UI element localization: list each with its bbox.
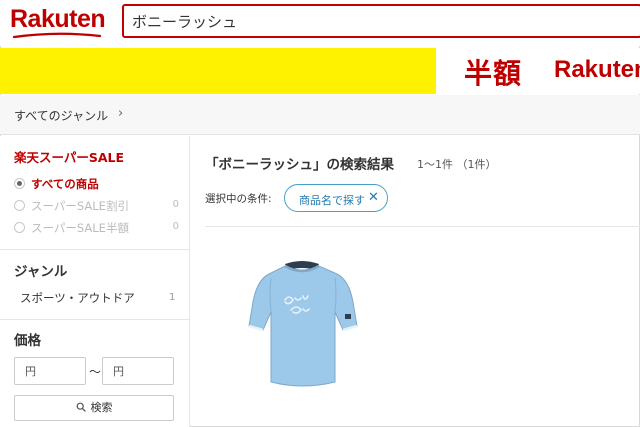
sale-filter-title: 楽天スーパーSALE [14, 150, 125, 165]
price-search-button[interactable]: 検索 [14, 395, 174, 421]
radio-unchecked-icon[interactable] [14, 200, 25, 211]
condition-chip[interactable]: 商品名で探す ✕ [284, 184, 388, 212]
genre-item-count: 1 [169, 292, 176, 303]
sale-option-discount[interactable]: スーパーSALE割引 0 [14, 198, 179, 214]
chevron-right-icon: › [118, 106, 124, 121]
search-input[interactable] [124, 6, 640, 36]
rakuten-logo[interactable]: Rakuten [10, 5, 106, 34]
divider [205, 226, 640, 227]
genre-item-sports-outdoor[interactable]: スポーツ・アウトドア [20, 290, 135, 306]
breadcrumb-all-genres[interactable]: すべてのジャンル [14, 107, 108, 124]
condition-chip-label: 商品名で探す [299, 194, 365, 207]
price-title: 価格 [14, 333, 41, 349]
search-box [122, 4, 640, 38]
sale-option-half-price[interactable]: スーパーSALE半額 0 [14, 220, 179, 236]
banner-hangaku-text: 半額 [464, 57, 523, 90]
banner-brand-text: Rakuten [554, 56, 640, 83]
search-icon [76, 402, 86, 412]
radio-checked-icon[interactable] [14, 178, 25, 189]
header: Rakuten [0, 0, 640, 46]
breadcrumb: すべてのジャンル › [0, 95, 640, 135]
logo-swoosh-icon [12, 32, 102, 39]
sale-option-all[interactable]: すべての商品 [14, 176, 179, 192]
sale-option-label: すべての商品 [31, 177, 99, 191]
search-results: 「ボニーラッシュ」の検索結果 1〜1件 （1件） 選択中の条件: 商品名で探す … [191, 136, 640, 427]
close-icon[interactable]: ✕ [368, 190, 379, 205]
sale-banner-logo-area[interactable]: 半額 Rakuten [436, 48, 640, 94]
sale-option-label: スーパーSALE半額 [31, 221, 129, 235]
result-count: 1〜1件 （1件） [417, 158, 497, 171]
sale-option-label: スーパーSALE割引 [31, 199, 129, 213]
genre-title: ジャンル [14, 264, 68, 280]
sale-option-count: 0 [172, 199, 179, 210]
divider [0, 249, 190, 250]
price-min-input[interactable] [14, 357, 86, 385]
result-title: 「ボニーラッシュ」の検索結果 [205, 157, 394, 173]
price-search-button-label: 検索 [90, 401, 113, 414]
price-max-input[interactable] [102, 357, 174, 385]
divider [0, 319, 190, 320]
radio-unchecked-icon[interactable] [14, 222, 25, 233]
sidebar: 楽天スーパーSALE すべての商品 スーパーSALE割引 0 スーパーSALE半… [0, 136, 190, 427]
condition-label: 選択中の条件: [205, 193, 272, 205]
sale-option-count: 0 [172, 221, 179, 232]
price-separator: 〜 [89, 365, 102, 379]
product-image-rash-guard-icon[interactable] [241, 254, 363, 394]
